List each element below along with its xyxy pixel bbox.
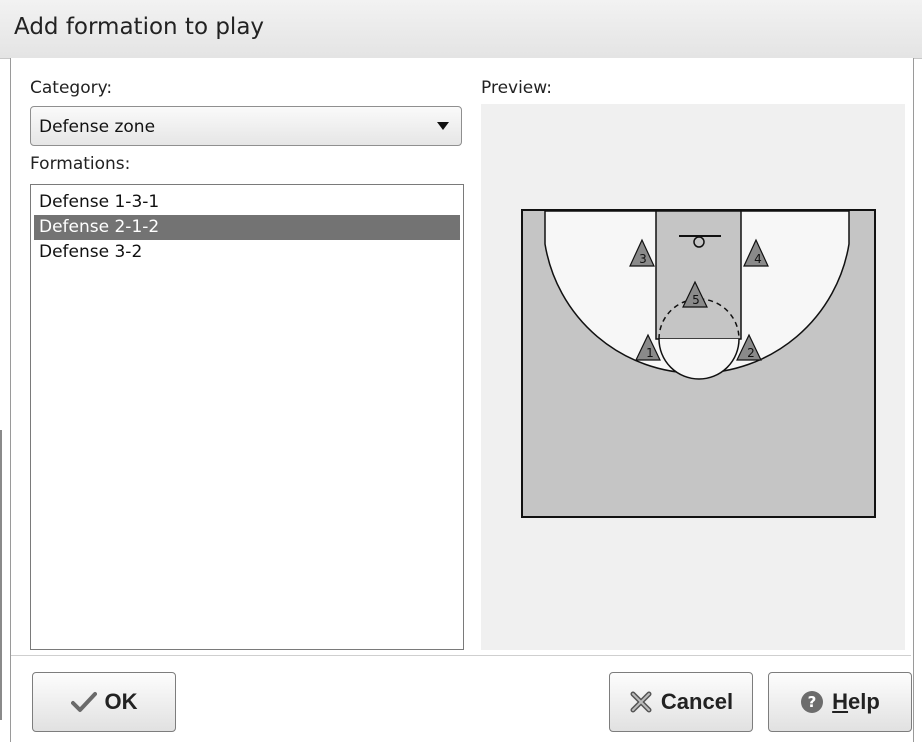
- help-button-label: Help: [832, 689, 880, 715]
- player-4-label: 4: [754, 252, 762, 266]
- category-selected-value: Defense zone: [39, 117, 156, 137]
- preview-panel: 3 4 5 1 2: [481, 104, 905, 650]
- list-item[interactable]: Defense 1-3-1: [34, 190, 460, 215]
- window-edge: [0, 430, 2, 720]
- court-diagram: 3 4 5 1 2: [521, 209, 876, 518]
- button-bar-separator: [11, 655, 911, 656]
- window-title: Add formation to play: [14, 14, 265, 40]
- player-3-label: 3: [639, 252, 647, 266]
- category-dropdown[interactable]: Defense zone: [30, 106, 462, 146]
- player-5-label: 5: [692, 293, 700, 307]
- category-label: Category:: [30, 78, 113, 98]
- cancel-button-label: Cancel: [660, 689, 734, 714]
- list-item-selected[interactable]: Defense 2-1-2: [34, 215, 460, 240]
- ok-button-label: OK: [104, 689, 138, 714]
- title-bar: Add formation to play: [0, 0, 922, 59]
- svg-text:?: ?: [808, 693, 817, 711]
- dropdown-arrow-icon: [437, 122, 449, 130]
- list-item[interactable]: Defense 3-2: [34, 240, 460, 265]
- formations-label: Formations:: [30, 154, 131, 174]
- help-label-rest: elp: [848, 689, 880, 714]
- preview-label: Preview:: [481, 78, 552, 98]
- cancel-button[interactable]: Cancel: [609, 672, 753, 732]
- cancel-x-icon: [629, 690, 653, 714]
- checkmark-icon: [70, 691, 97, 713]
- help-question-icon: ?: [800, 690, 824, 714]
- ok-button[interactable]: OK: [32, 672, 176, 732]
- player-1-label: 1: [646, 346, 654, 360]
- player-2-label: 2: [747, 346, 755, 360]
- help-mnemonic: H: [832, 689, 849, 714]
- key-lane: [655, 210, 742, 340]
- formations-list[interactable]: Defense 1-3-1 Defense 2-1-2 Defense 3-2: [30, 184, 464, 650]
- help-button[interactable]: ? Help: [768, 672, 912, 732]
